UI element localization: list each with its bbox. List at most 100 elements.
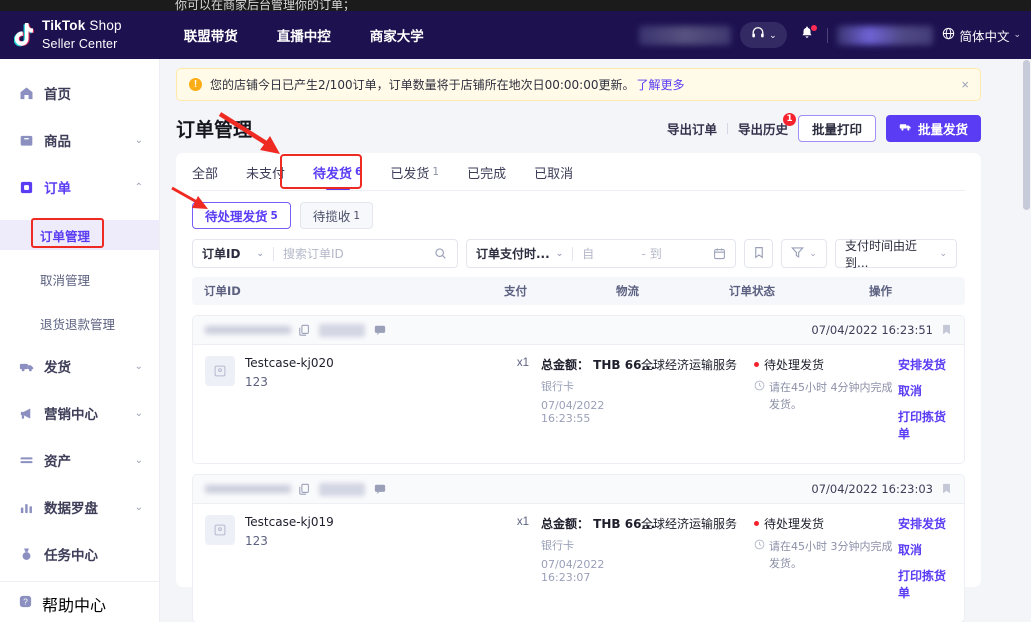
sidebar-item-products[interactable]: 商品 ⌄ bbox=[0, 126, 159, 154]
arrange-shipment-action[interactable]: 安排发货 bbox=[898, 356, 952, 373]
subtab-count: 1 bbox=[353, 210, 360, 222]
tab-label: 已完成 bbox=[467, 163, 506, 182]
globe-icon bbox=[942, 27, 955, 43]
actions-cell: 安排发货 取消 打印拣货单 bbox=[894, 356, 952, 451]
payment-method: 银行卡 bbox=[541, 378, 641, 394]
print-picking-list-action[interactable]: 打印拣货单 bbox=[898, 408, 952, 442]
close-icon[interactable]: × bbox=[961, 77, 969, 92]
learn-more-link[interactable]: 了解更多 bbox=[636, 76, 684, 93]
payment-amount: 总金额： THB 66... bbox=[541, 515, 641, 532]
vertical-scrollbar[interactable] bbox=[1023, 60, 1030, 210]
product-name: Testcase-kj020 bbox=[245, 356, 334, 370]
chat-icon[interactable] bbox=[374, 483, 386, 495]
header-divider bbox=[827, 28, 828, 43]
clipped-top-text: 你可以在商家后台管理你的订单； bbox=[175, 0, 355, 11]
header-nav: 联盟带货 直播中控 商家大学 bbox=[184, 25, 424, 45]
sidebar-item-orders[interactable]: 订单 ⌃ bbox=[0, 173, 159, 201]
date-to-input[interactable]: 到 bbox=[650, 245, 713, 262]
copy-icon[interactable] bbox=[298, 324, 310, 337]
nav-item-merchant-university[interactable]: 商家大学 bbox=[370, 25, 424, 45]
search-field-select[interactable]: 订单ID ⌄ bbox=[193, 240, 273, 267]
chevron-down-icon: ⌄ bbox=[135, 455, 143, 466]
sidebar-item-help-center[interactable]: ? 帮助中心 bbox=[0, 581, 159, 622]
cancel-action[interactable]: 取消 bbox=[898, 541, 952, 558]
sidebar-item-home[interactable]: 首页 bbox=[0, 79, 159, 107]
date-field-select[interactable]: 订单支付时... ⌄ bbox=[467, 245, 572, 262]
sort-label: 支付时间由近到... bbox=[845, 237, 939, 271]
orders-card: 全部 未支付 待发货 6 已发货 1 已完成 已取消 bbox=[176, 153, 981, 587]
chevron-down-icon: ⌄ bbox=[556, 249, 564, 259]
tab-to-ship[interactable]: 待发货 6 bbox=[313, 153, 362, 191]
date-range-group: 订单支付时... ⌄ 自 - 到 bbox=[466, 239, 736, 268]
nav-item-live-control[interactable]: 直播中控 bbox=[277, 25, 331, 45]
tab-all[interactable]: 全部 bbox=[192, 153, 218, 191]
product-quantity: x1 bbox=[505, 356, 529, 451]
sidebar-label: 首页 bbox=[44, 83, 71, 103]
notification-button[interactable] bbox=[796, 22, 818, 48]
nav-item-alliance[interactable]: 联盟带货 bbox=[184, 25, 238, 45]
sort-select[interactable]: 支付时间由近到... ⌄ bbox=[835, 239, 957, 268]
tiktok-shop-logo[interactable]: TikTok Shop Seller Center bbox=[14, 17, 122, 53]
tabs-underline bbox=[192, 190, 965, 191]
batch-ship-button[interactable]: 批量发货 bbox=[886, 115, 981, 142]
image-placeholder-icon bbox=[205, 515, 235, 545]
column-actions: 操作 bbox=[869, 283, 953, 299]
actions-cell: 安排发货 取消 打印拣货单 bbox=[894, 515, 952, 610]
chat-icon[interactable] bbox=[374, 324, 386, 336]
sidebar-subitem-cancel-management[interactable]: 取消管理 bbox=[0, 264, 159, 294]
saved-filter-button[interactable] bbox=[744, 239, 773, 268]
export-history-button[interactable]: 导出历史 1 bbox=[738, 119, 788, 138]
subtab-label: 待揽收 bbox=[313, 206, 351, 225]
product-quantity: x1 bbox=[505, 515, 529, 610]
header-right-group: ⌄ bbox=[639, 11, 1021, 59]
tab-cancelled[interactable]: 已取消 bbox=[534, 153, 573, 191]
masked-buyer-name bbox=[319, 483, 365, 496]
sidebar-sublabel: 订单管理 bbox=[40, 226, 90, 245]
arrange-shipment-action[interactable]: 安排发货 bbox=[898, 515, 952, 532]
payment-date: 07/04/2022 16:23:07 bbox=[541, 558, 641, 584]
masked-user-account[interactable] bbox=[837, 26, 933, 45]
print-picking-list-action[interactable]: 打印拣货单 bbox=[898, 567, 952, 601]
page-title: 订单管理 bbox=[176, 115, 252, 142]
subtab-pending-pickup[interactable]: 待揽收 1 bbox=[300, 202, 373, 229]
subtab-label: 待处理发货 bbox=[205, 206, 268, 225]
export-orders-button[interactable]: 导出订单 bbox=[667, 119, 717, 138]
product-cell: Testcase-kj019 123 bbox=[205, 515, 505, 610]
language-selector[interactable]: 简体中文 ⌄ bbox=[942, 26, 1021, 45]
search-input[interactable]: 搜索订单ID bbox=[274, 245, 434, 262]
masked-buyer-name bbox=[319, 324, 365, 337]
order-timestamp: 07/04/2022 16:23:03 bbox=[811, 482, 933, 496]
payment-date: 07/04/2022 16:23:55 bbox=[541, 399, 641, 425]
logistics-cell: 全球经济运输服务 bbox=[641, 515, 754, 610]
flag-icon[interactable] bbox=[941, 483, 952, 495]
sidebar-item-marketing[interactable]: 营销中心 ⌄ bbox=[0, 399, 159, 427]
subtab-pending-shipment[interactable]: 待处理发货 5 bbox=[192, 202, 291, 229]
order-sub-tabs: 待处理发货 5 待揽收 1 bbox=[176, 191, 981, 229]
page-actions: 导出订单 导出历史 1 批量打印 批量发货 bbox=[667, 115, 981, 142]
sidebar-subitem-order-management[interactable]: 订单管理 bbox=[0, 220, 159, 250]
support-button[interactable]: ⌄ bbox=[740, 22, 787, 48]
tab-unpaid[interactable]: 未支付 bbox=[246, 153, 285, 191]
sidebar-item-task-center[interactable]: 任务中心 bbox=[0, 540, 159, 568]
cancel-action[interactable]: 取消 bbox=[898, 382, 952, 399]
tab-completed[interactable]: 已完成 bbox=[467, 153, 506, 191]
sidebar: 首页 商品 ⌄ 订单 ⌃ 订单管理 取消管理 退货退款管理 bbox=[0, 59, 160, 622]
calendar-icon[interactable] bbox=[713, 247, 735, 260]
date-field-label: 订单支付时... bbox=[476, 245, 550, 262]
order-row-header: 07/04/2022 16:23:51 bbox=[193, 316, 964, 345]
sidebar-label: 任务中心 bbox=[44, 544, 98, 564]
tab-shipped[interactable]: 已发货 1 bbox=[390, 153, 439, 191]
help-icon: ? bbox=[18, 594, 33, 614]
sidebar-subitem-return-refund-management[interactable]: 退货退款管理 bbox=[0, 308, 159, 338]
sidebar-item-data-compass[interactable]: 数据罗盘 ⌄ bbox=[0, 493, 159, 521]
copy-icon[interactable] bbox=[298, 483, 310, 496]
filter-button[interactable]: ⌄ bbox=[781, 239, 827, 268]
flag-icon[interactable] bbox=[941, 324, 952, 336]
tab-count: 1 bbox=[432, 166, 439, 178]
date-from-input[interactable]: 自 bbox=[573, 245, 637, 262]
batch-print-button[interactable]: 批量打印 bbox=[798, 115, 876, 142]
logo-brand: TikTok bbox=[42, 18, 85, 33]
sidebar-item-shipping[interactable]: 发货 ⌄ bbox=[0, 352, 159, 380]
sidebar-item-assets[interactable]: 资产 ⌄ bbox=[0, 446, 159, 474]
search-icon[interactable] bbox=[434, 247, 457, 260]
